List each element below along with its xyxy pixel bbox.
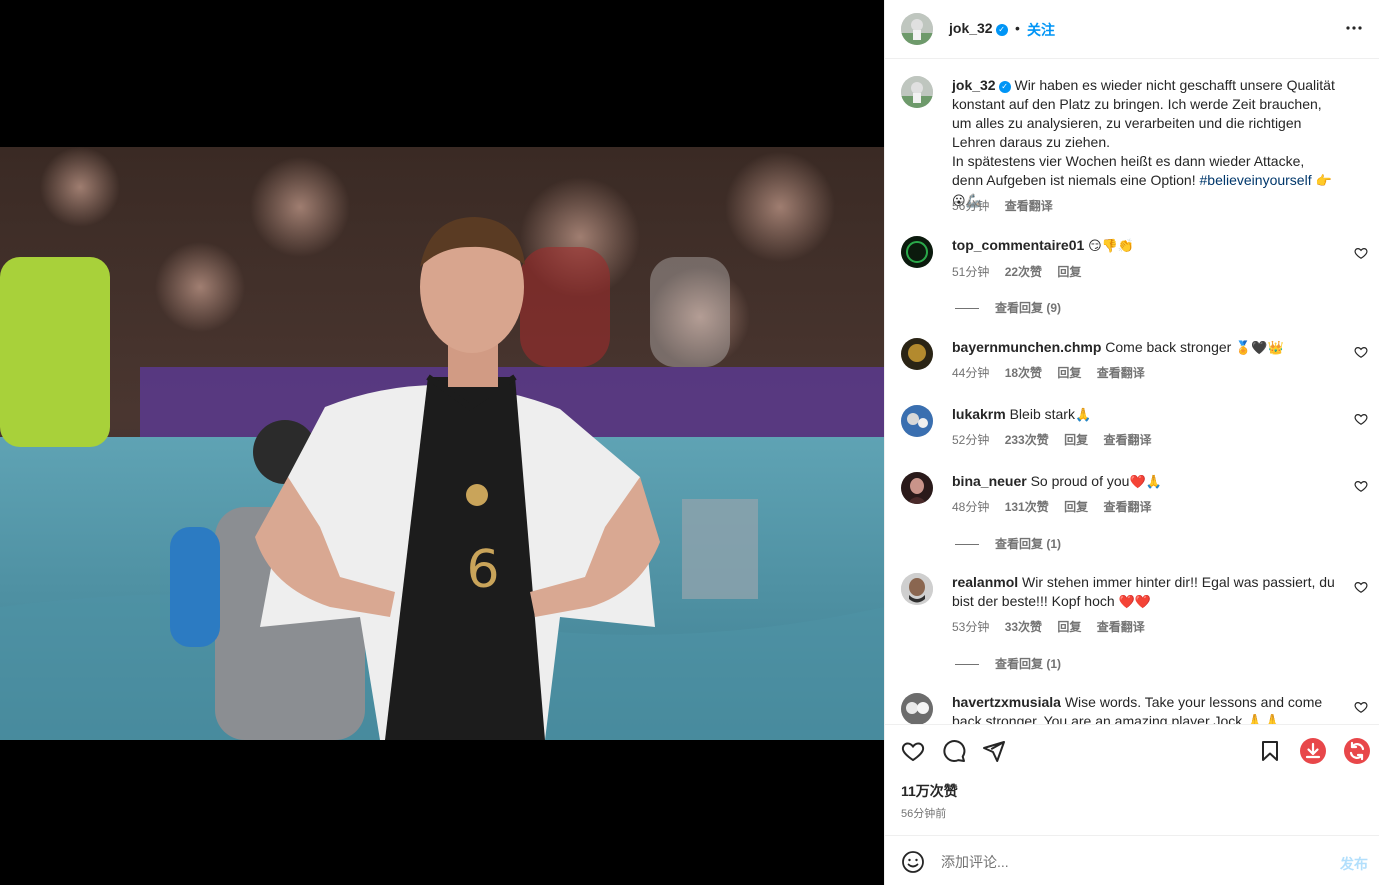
translate-button[interactable]: 查看翻译	[1097, 620, 1145, 634]
share-icon[interactable]	[982, 739, 1006, 763]
hashtag-link[interactable]: #believeinyourself	[1200, 172, 1312, 188]
media-panel: 6	[0, 0, 884, 885]
emoji-icon[interactable]	[901, 850, 925, 874]
comment-time: 48分钟	[952, 500, 990, 514]
comment-avatar[interactable]	[901, 573, 933, 605]
view-replies-button[interactable]: 查看回复 (1)	[955, 655, 1061, 672]
comment-text: realanmol Wir stehen immer hinter dir!! …	[952, 574, 1335, 610]
follow-button[interactable]: 关注	[1027, 20, 1055, 40]
comments-list[interactable]: jok_32 ✓ Wir haben es wieder nicht gescha…	[885, 60, 1379, 724]
caption-meta: 56分钟 查看翻译	[952, 197, 1065, 214]
reply-button[interactable]: 回复	[1064, 500, 1088, 514]
comment-time: 52分钟	[952, 433, 990, 447]
comment-composer: 发布	[885, 835, 1379, 885]
caption-avatar[interactable]	[901, 76, 933, 108]
view-replies-button[interactable]: 查看回复 (1)	[955, 535, 1061, 552]
comment-username[interactable]: realanmol	[952, 574, 1018, 590]
author-username[interactable]: jok_32 ✓	[949, 20, 1008, 36]
refresh-icon[interactable]	[1343, 737, 1371, 765]
comment-text: lukakrm Bleib stark🙏	[952, 406, 1092, 423]
player-photo-illustration: 6	[0, 147, 884, 740]
translate-button[interactable]: 查看翻译	[1103, 433, 1151, 447]
comment-time: 44分钟	[952, 366, 990, 380]
comment-heart-icon[interactable]	[1354, 479, 1368, 493]
comment-text: bayernmunchen.chmp Come back stronger 🏅🖤…	[952, 339, 1284, 356]
comment-username[interactable]: bayernmunchen.chmp	[952, 339, 1101, 355]
comment-heart-icon[interactable]	[1354, 700, 1368, 714]
post-actions: 11万次赞 56分钟前	[885, 724, 1379, 835]
caption-username[interactable]: jok_32	[952, 77, 996, 93]
separator-dot: •	[1015, 20, 1020, 36]
comment-likes[interactable]: 22次赞	[1005, 265, 1042, 279]
comment-meta: 51分钟 22次赞 回复	[952, 263, 1093, 280]
view-replies-button[interactable]: 查看回复 (9)	[955, 299, 1061, 316]
verified-badge-icon: ✓	[995, 24, 1008, 36]
comment-avatar[interactable]	[901, 236, 933, 268]
comment-likes[interactable]: 131次赞	[1005, 500, 1049, 514]
comment-meta: 44分钟 18次赞 回复 查看翻译	[952, 364, 1157, 381]
comment-text: top_commentaire01 😏👎👏	[952, 237, 1135, 254]
reply-button[interactable]: 回复	[1057, 265, 1081, 279]
caption-translate-button[interactable]: 查看翻译	[1005, 199, 1053, 213]
reply-button[interactable]: 回复	[1057, 366, 1081, 380]
comment-avatar[interactable]	[901, 338, 933, 370]
reply-button[interactable]: 回复	[1057, 620, 1081, 634]
comment-likes[interactable]: 18次赞	[1005, 366, 1042, 380]
comment-username[interactable]: bina_neuer	[952, 473, 1027, 489]
comment-text: havertzxmusiala Wise words. Take your le…	[952, 694, 1323, 724]
post-time: 56分钟前	[901, 808, 947, 820]
post-header: jok_32 ✓ • 关注	[885, 0, 1379, 59]
comment-time: 51分钟	[952, 265, 990, 279]
more-horizontal-icon[interactable]	[1342, 16, 1366, 40]
comment-likes[interactable]: 233次赞	[1005, 433, 1049, 447]
caption-time: 56分钟	[952, 199, 990, 213]
bookmark-icon[interactable]	[1258, 739, 1282, 763]
post-photo[interactable]: 6	[0, 147, 884, 740]
heart-icon[interactable]	[901, 739, 925, 763]
comment-avatar[interactable]	[901, 405, 933, 437]
comment-heart-icon[interactable]	[1354, 412, 1368, 426]
comment-likes[interactable]: 33次赞	[1005, 620, 1042, 634]
post-comment-button[interactable]: 发布	[1340, 854, 1368, 874]
caption-text: jok_32 ✓ Wir haben es wieder nicht gescha…	[952, 76, 1337, 211]
jersey-number: 6	[466, 540, 499, 600]
comment-avatar[interactable]	[901, 472, 933, 504]
download-icon[interactable]	[1299, 737, 1327, 765]
comment-meta: 48分钟 131次赞 回复 查看翻译	[952, 498, 1163, 515]
reply-button[interactable]: 回复	[1064, 433, 1088, 447]
comment-username[interactable]: lukakrm	[952, 406, 1006, 422]
comment-avatar[interactable]	[901, 693, 933, 724]
comment-meta: 53分钟 33次赞 回复 查看翻译	[952, 618, 1157, 635]
comment-heart-icon[interactable]	[1354, 345, 1368, 359]
likes-count[interactable]: 11万次赞	[901, 781, 958, 801]
post-panel: jok_32 ✓ • 关注 jok_32 ✓ Wir haben es wieder…	[884, 0, 1379, 885]
translate-button[interactable]: 查看翻译	[1103, 500, 1151, 514]
author-avatar[interactable]	[901, 13, 933, 45]
verified-badge-icon: ✓	[998, 81, 1011, 93]
comment-heart-icon[interactable]	[1354, 246, 1368, 260]
comment-username[interactable]: top_commentaire01	[952, 237, 1084, 253]
comment-heart-icon[interactable]	[1354, 580, 1368, 594]
translate-button[interactable]: 查看翻译	[1097, 366, 1145, 380]
comment-input[interactable]	[941, 848, 1311, 876]
comment-icon[interactable]	[942, 739, 966, 763]
comment-username[interactable]: havertzxmusiala	[952, 694, 1061, 710]
comment-time: 53分钟	[952, 620, 990, 634]
comment-text: bina_neuer So proud of you❤️🙏	[952, 473, 1162, 490]
comment-meta: 52分钟 233次赞 回复 查看翻译	[952, 431, 1163, 448]
